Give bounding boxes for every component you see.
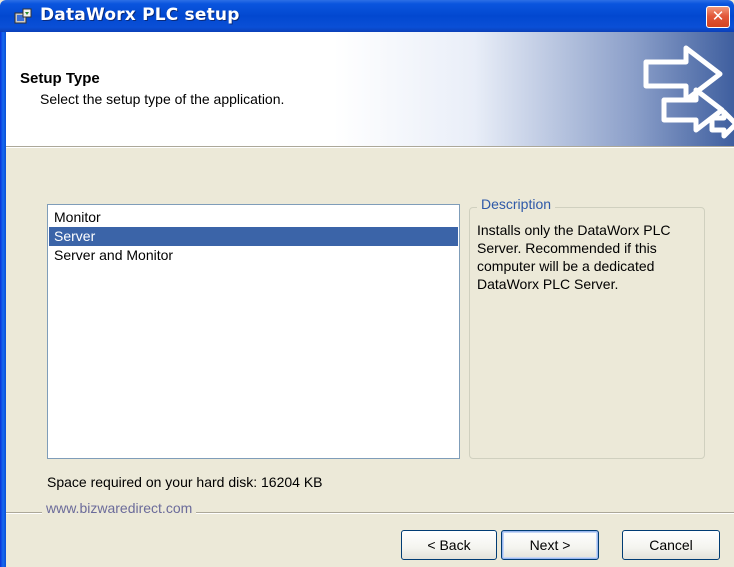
cancel-button[interactable]: Cancel <box>622 530 720 560</box>
back-button[interactable]: < Back <box>401 530 497 560</box>
close-icon: ✕ <box>711 8 725 25</box>
space-required-label: Space required on your hard disk: 16204 … <box>47 474 323 490</box>
list-item-server-and-monitor[interactable]: Server and Monitor <box>49 246 458 265</box>
list-item-monitor[interactable]: Monitor <box>49 208 458 227</box>
list-item-server[interactable]: Server <box>49 227 458 246</box>
page-subtitle: Select the setup type of the application… <box>40 91 285 107</box>
vendor-link[interactable]: www.bizwaredirect.com <box>42 500 197 516</box>
window-title: DataWorx PLC setup <box>40 5 240 25</box>
description-text: Installs only the DataWorx PLC Server. R… <box>477 222 671 292</box>
setup-icon <box>14 8 32 24</box>
description-legend: Description <box>477 196 556 212</box>
setup-dialog: DataWorx PLC setup ✕ Setup Type Select t… <box>0 0 734 567</box>
title-bar[interactable]: DataWorx PLC setup ✕ <box>0 0 734 32</box>
setup-type-listbox[interactable]: Monitor Server Server and Monitor <box>47 204 460 459</box>
next-button[interactable]: Next > <box>501 530 599 560</box>
close-button[interactable]: ✕ <box>706 6 730 28</box>
header-banner: Setup Type Select the setup type of the … <box>6 32 734 147</box>
arrows-icon <box>643 45 734 139</box>
page-title: Setup Type <box>20 70 100 87</box>
banner-divider <box>6 146 734 148</box>
